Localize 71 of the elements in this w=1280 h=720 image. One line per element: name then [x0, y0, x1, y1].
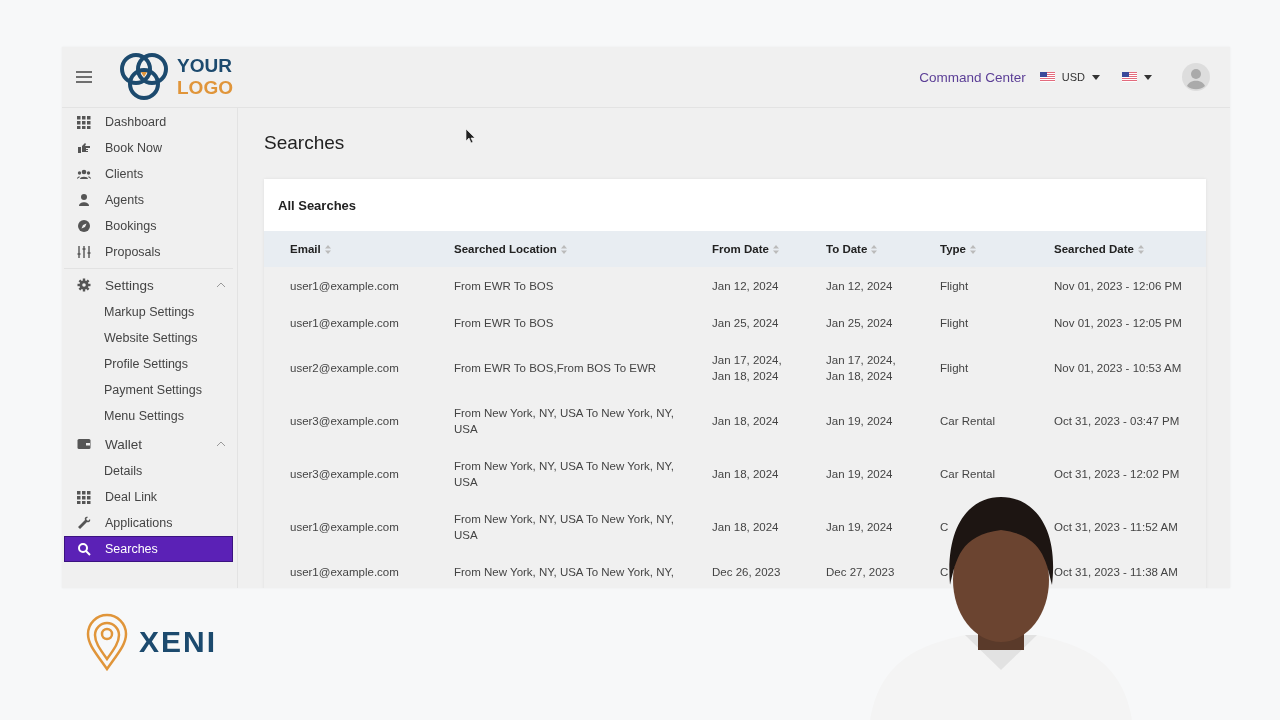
sidebar-item[interactable]: Bookings [64, 213, 233, 239]
table-cell-text: Jan 25, 2024 [826, 315, 893, 331]
table-cell-text: user2@example.com [290, 360, 399, 376]
column-header[interactable]: From Date [712, 243, 769, 255]
column-header[interactable]: Email [290, 243, 321, 255]
table-cell-text: Oct 31, 2023 - 03:47 PM [1054, 413, 1180, 429]
table-cell-text: Car Rental [940, 466, 995, 482]
table-cell-text: Oct 31, 2023 - 11:38 AM [1054, 564, 1178, 580]
table-cell-text: Jan 18, 2024 [712, 466, 779, 482]
table-cell-text: From EWR To BOS [454, 278, 554, 294]
sidebar-subitem[interactable]: Markup Settings [64, 299, 233, 325]
sidebar-subitem[interactable]: Website Settings [64, 325, 233, 351]
table-cell-text: C [940, 519, 949, 535]
table-cell-text: Jan 12, 2024 [826, 278, 893, 294]
sidebar-group[interactable]: Settings [64, 271, 233, 299]
sidebar-subitem[interactable]: Payment Settings [64, 377, 233, 403]
table-cell-text: user3@example.com [290, 413, 399, 429]
table-cell-text: Dec 27, 2023 [826, 564, 895, 580]
sidebar-item[interactable]: Agents [64, 187, 233, 213]
sidebar-subitem[interactable]: Menu Settings [64, 403, 233, 429]
card-title: All Searches [264, 179, 1206, 231]
table-cell-text: Jan 19, 2024 [826, 466, 893, 482]
table-cell-text: Jan 25, 2024 [712, 315, 779, 331]
table-cell-text: Jan 19, 2024 [826, 519, 893, 535]
table-cell-text: From EWR To BOS [454, 315, 554, 331]
table-cell-text: Jan 17, 2024, Jan 18, 2024 [712, 352, 782, 384]
table-cell-text: Jan 17, 2024, Jan 18, 2024 [826, 352, 896, 384]
table-cell-text: user1@example.com [290, 564, 399, 580]
sidebar-subitem[interactable]: Profile Settings [64, 351, 233, 377]
table-cell-text: Jan 18, 2024 [712, 413, 779, 429]
table-cell-text: user3@example.com [290, 466, 399, 482]
table-cell-text: Flight [940, 360, 969, 376]
currency-dropdown[interactable]: USD [1039, 71, 1100, 83]
table-cell-text: From New York, NY, USA To New York, NY, USA [454, 405, 675, 437]
table-cell-text: Nov 01, 2023 - 12:05 PM [1054, 315, 1182, 331]
column-header[interactable]: Type [940, 243, 966, 255]
command-center-link[interactable]: Command Center [919, 69, 1026, 85]
sidebar-item[interactable]: Applications [64, 510, 233, 536]
sidebar-item[interactable]: Searches [64, 536, 233, 562]
table-cell-text: Nov 01, 2023 - 12:06 PM [1054, 278, 1182, 294]
table-cell-text: Car Rental [940, 413, 995, 429]
table-cell-text: From New York, NY, USA To New York, NY, [454, 564, 674, 580]
table-cell-text: user1@example.com [290, 315, 399, 331]
table-cell-text: Flight [940, 278, 969, 294]
table-cell-text: From New York, NY, USA To New York, NY, USA [454, 458, 675, 490]
table-cell-text: Dec 26, 2023 [712, 564, 781, 580]
table-cell-text: From EWR To BOS,From BOS To EWR [454, 360, 657, 376]
sidebar-item[interactable]: Proposals [64, 239, 233, 265]
table-cell-text: Jan 18, 2024 [712, 519, 779, 535]
sidebar-group[interactable]: Wallet [64, 430, 233, 458]
table-cell-text: Flight [940, 315, 969, 331]
table-cell-text: Oct 31, 2023 - 12:02 PM [1054, 466, 1180, 482]
table-cell-text: Jan 19, 2024 [826, 413, 893, 429]
sidebar-item[interactable]: Book Now [64, 135, 233, 161]
table-cell-text: Jan 12, 2024 [712, 278, 779, 294]
sidebar-item[interactable]: Deal Link [64, 484, 233, 510]
page-title: Searches [264, 132, 345, 154]
table-cell-text: C [940, 564, 949, 580]
sidebar-subitem[interactable]: Details [64, 458, 233, 484]
table-cell-text: Nov 01, 2023 - 10:53 AM [1054, 360, 1182, 376]
brand-name: XENI [139, 625, 218, 659]
table-cell-text: user1@example.com [290, 519, 399, 535]
logo-text: YOUR LOGO [177, 55, 233, 99]
sidebar-item[interactable]: Clients [64, 161, 233, 187]
sidebar-item[interactable]: Dashboard [64, 109, 233, 135]
column-header[interactable]: Searched Location [454, 243, 557, 255]
table-cell-text: user1@example.com [290, 278, 399, 294]
column-header[interactable]: Searched Date [1054, 243, 1134, 255]
column-header[interactable]: To Date [826, 243, 868, 255]
table-cell-text: Oct 31, 2023 - 11:52 AM [1054, 519, 1178, 535]
table-cell-text: From New York, NY, USA To New York, NY, USA [454, 511, 675, 543]
